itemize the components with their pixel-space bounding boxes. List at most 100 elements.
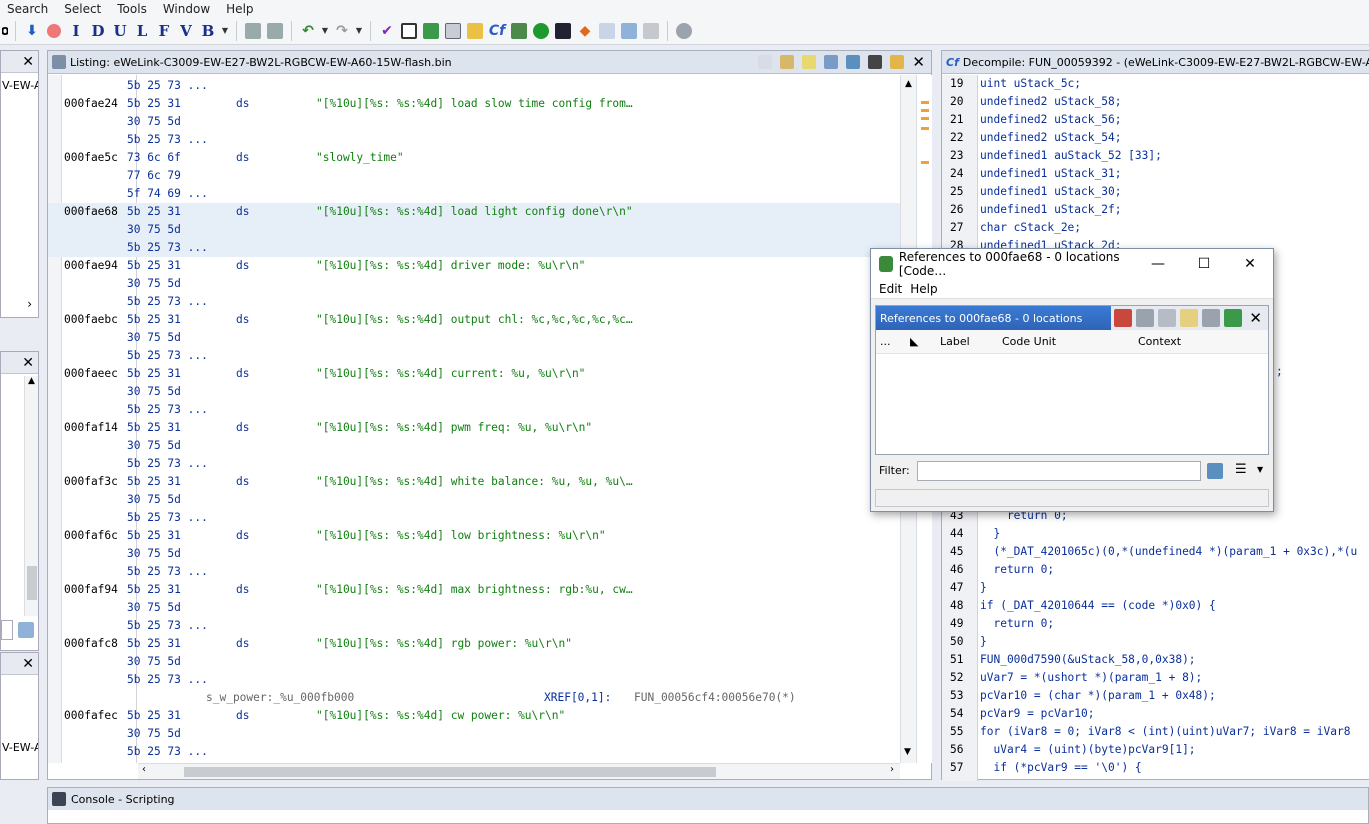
memory-icon[interactable] <box>400 21 418 41</box>
close-icon[interactable]: ✕ <box>22 656 34 672</box>
column-context[interactable]: Context <box>1138 335 1181 348</box>
listing-row[interactable]: 30 75 5d <box>48 275 900 293</box>
code-line[interactable]: for (iVar8 = 0; iVar8 < (int)(uint)uVar7… <box>980 725 1350 738</box>
tag-icon[interactable] <box>1180 309 1199 327</box>
network-icon[interactable] <box>642 21 660 41</box>
code-line[interactable]: pcVar9 = pcVar10; <box>980 707 1095 720</box>
code-line[interactable]: undefined1 uStack_30; <box>980 185 1121 198</box>
snapshot-icon[interactable] <box>868 55 883 69</box>
scrollbar-thumb[interactable] <box>184 767 716 777</box>
paste-icon[interactable] <box>780 55 795 69</box>
code-line[interactable]: pcVar10 = (char *)(param_1 + 0x48); <box>980 689 1216 702</box>
chart-icon[interactable] <box>620 21 638 41</box>
listing-row[interactable]: 5b 25 73 ... <box>48 743 900 761</box>
partial-icon[interactable]: o <box>2 21 8 41</box>
overview-marker[interactable] <box>921 109 929 112</box>
code-line[interactable]: char cStack_2e; <box>980 221 1081 234</box>
overview-marker[interactable] <box>921 101 929 104</box>
listing-row[interactable]: 5b 25 73 ... <box>48 293 900 311</box>
listing-row[interactable]: 000faf3c 5b 25 31 ds "[%10u][%s: %s:%4d] wh… <box>48 473 900 491</box>
disassemble-d-button[interactable]: D <box>89 21 107 41</box>
terminal-icon[interactable] <box>554 21 572 41</box>
listing-row[interactable]: 30 75 5d <box>48 113 900 131</box>
close-icon[interactable]: ✕ <box>22 54 34 70</box>
code-line[interactable]: return 0; <box>980 617 1054 630</box>
disassemble-i-button[interactable]: I <box>67 21 85 41</box>
code-line[interactable]: undefined1 uStack_31; <box>980 167 1121 180</box>
column-more[interactable]: ... <box>880 335 891 348</box>
code-line[interactable]: return 0; <box>980 563 1054 576</box>
bookmark-b-button[interactable]: B <box>199 21 217 41</box>
listing-row[interactable]: 30 75 5d <box>48 329 900 347</box>
play-icon[interactable] <box>532 21 550 41</box>
listing-row[interactable]: s_w_power:_%u_000fb000 XREF[0,1]: FUN_0005… <box>48 689 900 707</box>
listing-row[interactable]: 000faeec 5b 25 31 ds "[%10u][%s: %s:%4d] cu… <box>48 365 900 383</box>
listing-row[interactable]: 5b 25 73 ... <box>48 671 900 689</box>
code-line[interactable]: undefined2 uStack_56; <box>980 113 1121 126</box>
listing-row[interactable]: 000fae68 5b 25 31 ds "[%10u][%s: %s:%4d] lo… <box>48 203 900 221</box>
table-icon[interactable] <box>598 21 616 41</box>
diamond-icon[interactable]: ◆ <box>576 21 594 41</box>
filter-options-icon[interactable]: ☰ <box>1235 462 1247 477</box>
close-button[interactable]: ✕ <box>1227 256 1273 272</box>
tree-icon[interactable] <box>510 21 528 41</box>
listing-row[interactable]: 5b 25 73 ... <box>48 563 900 581</box>
close-icon[interactable]: ✕ <box>1246 309 1265 327</box>
listing-row[interactable]: 000fafc8 5b 25 31 ds "[%10u][%s: %s:%4d] rg… <box>48 635 900 653</box>
code-line[interactable]: uVar7 = *(ushort *)(param_1 + 8); <box>980 671 1202 684</box>
scroll-right-icon[interactable]: › <box>27 297 32 311</box>
undo-icon[interactable]: ↶ <box>299 21 317 41</box>
diff-icon[interactable] <box>846 55 861 69</box>
menu-window[interactable]: Window <box>155 2 218 16</box>
listing-row[interactable]: 000faebc 5b 25 31 ds "[%10u][%s: %s:%4d] ou… <box>48 311 900 329</box>
function-graph-icon[interactable]: Cf <box>488 21 506 41</box>
minimize-button[interactable]: — <box>1135 256 1181 272</box>
listing-row[interactable]: 5b 25 73 ... <box>48 239 900 257</box>
code-line[interactable]: } <box>980 527 1000 540</box>
code-line[interactable]: undefined2 uStack_54; <box>980 131 1121 144</box>
column-type-icon[interactable]: ◣ <box>910 335 918 348</box>
listing-row[interactable]: 5b 25 73 ... <box>48 77 900 95</box>
filter-apply-icon[interactable] <box>1207 463 1223 479</box>
listing-row[interactable]: 30 75 5d <box>48 383 900 401</box>
listing-row[interactable]: 000fae24 5b 25 31 ds "[%10u][%s: %s:%4d] lo… <box>48 95 900 113</box>
listing-row[interactable]: 000faf14 5b 25 31 ds "[%10u][%s: %s:%4d] pw… <box>48 419 900 437</box>
listing-row[interactable]: 30 75 5d <box>48 725 900 743</box>
scroll-up-icon[interactable]: ▲ <box>901 79 916 89</box>
chevron-down-icon[interactable]: ▼ <box>321 21 329 41</box>
listing-horizontal-scrollbar[interactable]: ‹ › <box>138 763 900 779</box>
menu-help[interactable]: Help <box>908 282 943 296</box>
close-icon[interactable]: ✕ <box>22 355 34 371</box>
code-line[interactable]: if (*pcVar9 == '\0') { <box>980 761 1141 774</box>
listing-row[interactable]: 000fae94 5b 25 31 ds "[%10u][%s: %s:%4d] dr… <box>48 257 900 275</box>
menu-select[interactable]: Select <box>56 2 109 16</box>
scrollbar-thumb[interactable] <box>27 566 37 600</box>
snapshot-icon[interactable] <box>1224 309 1243 327</box>
code-line[interactable]: FUN_000d7590(&uStack_58,0,0x38); <box>980 653 1196 666</box>
home-icon[interactable] <box>1114 309 1133 327</box>
list-icon[interactable] <box>1158 309 1177 327</box>
listing-row[interactable]: 30 75 5d <box>48 653 900 671</box>
scroll-up-icon[interactable]: ▲ <box>25 376 38 386</box>
code-line[interactable]: uint uStack_5c; <box>980 77 1081 90</box>
listing-row[interactable]: 000fafec 5b 25 31 ds "[%10u][%s: %s:%4d] cw… <box>48 707 900 725</box>
cursor-icon[interactable] <box>802 55 817 69</box>
field-edit-icon[interactable] <box>824 55 839 69</box>
references-table-body[interactable] <box>876 354 1268 454</box>
variable-v-button[interactable]: V <box>177 21 195 41</box>
overview-marker[interactable] <box>921 117 929 120</box>
listing-row[interactable]: 30 75 5d <box>48 437 900 455</box>
code-line[interactable]: undefined1 auStack_52 [33]; <box>980 149 1162 162</box>
maximize-button[interactable]: ☐ <box>1181 256 1227 272</box>
overview-marker[interactable] <box>921 161 929 164</box>
stop-icon[interactable] <box>1202 309 1221 327</box>
listing-row[interactable]: 000fae5c 73 6c 6f ds "slowly_time" <box>48 149 900 167</box>
menu-edit[interactable]: Edit <box>877 282 908 296</box>
window-icon[interactable] <box>444 21 462 41</box>
help-icon[interactable] <box>675 21 693 41</box>
close-icon[interactable]: ✕ <box>912 53 925 71</box>
check-icon[interactable]: ✔ <box>378 21 396 41</box>
menu-help[interactable]: Help <box>218 2 261 16</box>
menu-tools[interactable]: Tools <box>109 2 155 16</box>
code-line[interactable]: (*_DAT_4201065c)(0,*(undefined4 *)(param… <box>980 545 1357 558</box>
